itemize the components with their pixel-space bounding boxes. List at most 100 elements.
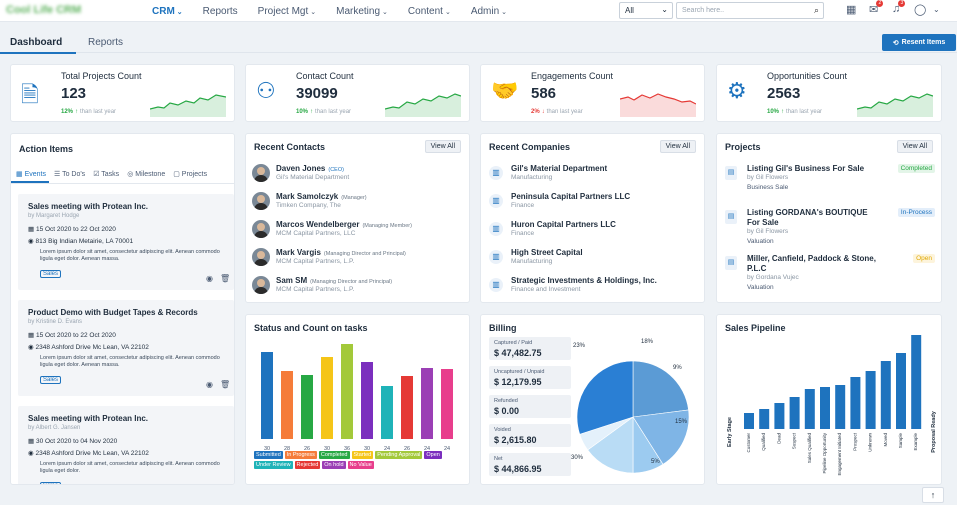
status-bar xyxy=(301,375,313,439)
chevron-down-icon[interactable]: ⌄ xyxy=(933,5,940,14)
contact-row[interactable]: Mark Samolczyk (Manager) Timken Company, T… xyxy=(252,190,463,214)
view-all-button[interactable]: View All xyxy=(424,140,461,153)
company-row[interactable]: ▥ High Street Capital Manufacturing xyxy=(487,246,698,270)
event-date: ▦ 15 Oct 2020 to 22 Oct 2020 xyxy=(28,225,116,233)
arrow-up-icon: ↑ xyxy=(75,109,79,115)
document-icon: 🗎 xyxy=(21,82,39,107)
search-icon[interactable]: ⌕ xyxy=(814,5,819,16)
contact-row[interactable]: Sam SM (Managing Director and Principal) M… xyxy=(252,274,463,298)
sparkline-chart xyxy=(150,94,226,117)
avatar-head xyxy=(257,223,265,231)
view-all-button[interactable]: View All xyxy=(659,140,696,153)
pie-slice-label: 15% xyxy=(675,419,688,425)
contact-role: (CEO) xyxy=(328,167,344,173)
recent-contacts-card: Recent Contacts View All Daven Jones (CEO… xyxy=(245,133,470,303)
company-name: High Street Capital xyxy=(511,248,583,257)
pie-slice-label: 23% xyxy=(573,343,586,349)
pipeline-bar xyxy=(880,361,891,429)
building-icon: ▥ xyxy=(489,278,503,292)
pipeline-bar-label: Pipeline Opportunity xyxy=(822,432,827,473)
contact-name-text: Mark Vargis xyxy=(276,248,321,257)
chevron-down-icon: ⌄ xyxy=(661,5,668,14)
event-item[interactable]: Product Demo with Budget Tapes & Records… xyxy=(18,300,234,396)
project-row[interactable]: ▤ Listing GORDANA's BOUTIQUE For Sale by Gi… xyxy=(723,206,935,248)
resent-items-button[interactable]: ⟲ Resent Items xyxy=(882,34,956,51)
pipeline-bar-label: Prospect xyxy=(852,432,857,451)
status-chart-title: Status and Count on tasks xyxy=(254,323,368,333)
event-title: Product Demo with Budget Tapes & Records xyxy=(28,308,198,317)
company-row[interactable]: ▥ Peninsula Capital Partners LLC Finance xyxy=(487,190,698,214)
nav-item-marketing[interactable]: Marketing ⌄ xyxy=(336,6,388,17)
scroll-to-top-button[interactable]: ↑ xyxy=(922,487,944,503)
project-row[interactable]: ▤ Miller, Canfield, Paddock & Stone, P.L.C… xyxy=(723,252,935,294)
billing-pie-chart: 23% 18% 9% 15% 5% 30% xyxy=(571,339,690,474)
nav-item-project-mgt[interactable]: Project Mgt ⌄ xyxy=(258,6,316,17)
eye-icon[interactable]: ◉ xyxy=(206,274,213,283)
event-address-text: 2348 Ashford Drive Mc Lean, VA 22102 xyxy=(35,344,149,351)
pipeline-bar-label: Unknown xyxy=(868,433,873,452)
tab-projects[interactable]: ▢ Projects xyxy=(168,168,210,183)
trash-icon[interactable]: 🗑 xyxy=(220,274,230,283)
tab-reports[interactable]: Reports xyxy=(88,37,123,48)
tab-events[interactable]: ▦ Events xyxy=(11,168,49,183)
nav-item-reports[interactable]: Reports xyxy=(203,6,238,17)
tab-label: Milestone xyxy=(135,171,166,178)
bell-icon[interactable]: ♫ 3 xyxy=(892,0,906,15)
avatar-head xyxy=(257,279,265,287)
kpi-delta: 12% ↑ than last year xyxy=(61,109,116,115)
kpi-delta: 10% ↑ than last year xyxy=(767,109,822,115)
company-sector: Manufacturing xyxy=(511,258,553,265)
event-title: Sales meeting with Protean Inc. xyxy=(28,202,149,211)
event-tag[interactable]: Sales xyxy=(40,376,62,384)
building-icon: ▥ xyxy=(489,166,503,180)
company-row[interactable]: ▥ Huron Capital Partners LLC Finance xyxy=(487,218,698,242)
eye-icon[interactable]: ◉ xyxy=(206,380,213,389)
billing-value: $ 2,615.80 xyxy=(494,435,537,445)
sparkline-area xyxy=(150,95,226,117)
user-avatar-icon[interactable]: ◯ xyxy=(914,3,926,16)
arrow-down-icon: ↓ xyxy=(541,109,545,115)
company-name: Gil's Material Department xyxy=(511,164,608,173)
nav-item-crm[interactable]: CRM ⌄ xyxy=(152,6,183,17)
billing-value: $ 0.00 xyxy=(494,406,520,416)
project-row[interactable]: ▤ Listing Gil's Business For Sale by Gil F… xyxy=(723,162,935,204)
contact-row[interactable]: Daven Jones (CEO) Gil's Material Departmen… xyxy=(252,162,463,186)
building-icon: ▥ xyxy=(489,194,503,208)
app-logo[interactable]: Cool Life CRM xyxy=(6,4,81,16)
event-tag[interactable]: Sales xyxy=(40,482,62,484)
event-item[interactable]: Sales meeting with Protean Inc. by Albert… xyxy=(18,406,234,484)
document-icon: ▤ xyxy=(725,210,737,224)
event-item[interactable]: Sales meeting with Protean Inc. by Margar… xyxy=(18,194,234,290)
arrow-up-icon: ↑ xyxy=(930,490,936,500)
document-icon: ▤ xyxy=(725,256,737,270)
nav-item-label: Admin xyxy=(470,5,500,17)
tab-milestone[interactable]: ◎ Milestone xyxy=(122,168,168,183)
nav-item-content[interactable]: Content ⌄ xyxy=(408,6,451,17)
trash-icon[interactable]: 🗑 xyxy=(220,380,230,389)
contact-row[interactable]: Mark Vargis (Managing Director and Princi… xyxy=(252,246,463,270)
billing-value: $ 44,866.95 xyxy=(494,464,542,474)
search-input[interactable]: Search here.. ⌕ xyxy=(676,2,824,19)
kpi-title: Contact Count xyxy=(296,71,354,81)
kpi-delta-percent: 10% xyxy=(767,109,780,115)
tab-label: To Do's xyxy=(62,171,86,178)
tab-todos[interactable]: ☰ To Do's xyxy=(49,168,88,183)
calendar-icon: ▦ xyxy=(28,226,36,233)
chevron-down-icon: ⌄ xyxy=(310,8,317,16)
project-owner: by Gil Flowers xyxy=(747,174,789,181)
legend-item: No Value xyxy=(347,461,374,469)
tab-tasks[interactable]: ☑ Tasks xyxy=(88,168,122,183)
nav-item-admin[interactable]: Admin ⌄ xyxy=(471,6,507,17)
calendar-icon[interactable]: ▦ xyxy=(846,3,856,16)
search-scope-select[interactable]: All ⌄ xyxy=(619,2,673,19)
contact-row[interactable]: Marcos Wendelberger (Managing Member) MCM … xyxy=(252,218,463,242)
tab-dashboard[interactable]: Dashboard xyxy=(10,37,62,48)
contact-name-text: Marcos Wendelberger xyxy=(276,220,360,229)
mail-icon[interactable]: ✉ 2 xyxy=(869,0,884,16)
company-row[interactable]: ▥ Gil's Material Department Manufacturing xyxy=(487,162,698,186)
company-row[interactable]: ▥ Strategic Investments & Holdings, Inc. F… xyxy=(487,274,698,298)
recent-companies-card: Recent Companies View All ▥ Gil's Materia… xyxy=(480,133,705,303)
event-tag[interactable]: Sales xyxy=(40,270,62,278)
view-all-button[interactable]: View All xyxy=(896,140,933,153)
pipeline-left-axis-label: Early Stage xyxy=(727,417,733,447)
